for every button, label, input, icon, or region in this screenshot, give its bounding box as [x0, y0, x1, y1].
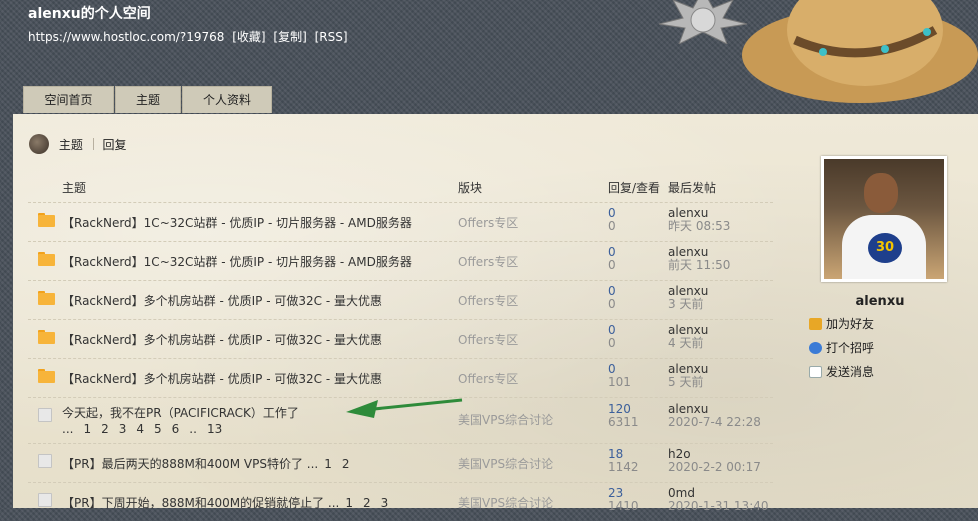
- document-icon: [38, 493, 55, 507]
- view-count: 1142: [608, 460, 639, 474]
- table-row: 【PR】下周开始，888M和400M的促销就停止了 ... 1 2 3 美国VPS综合…: [28, 482, 773, 521]
- profile-actions: 加为好友 打个招呼 发送消息: [809, 315, 947, 387]
- last-post-time[interactable]: 2020-2-2 00:17: [668, 461, 761, 474]
- thread-table: 主题 版块 回复/查看 最后发帖 【RackNerd】1C~32C站群 - 优质…: [28, 174, 773, 521]
- green-arrow-icon: [346, 398, 463, 418]
- add-friend-icon: [809, 318, 822, 330]
- folder-icon: [38, 330, 55, 344]
- page-ellipsis: ...: [62, 422, 74, 436]
- tab-profile[interactable]: 个人资料: [182, 86, 272, 113]
- column-counts: 回复/查看: [608, 181, 661, 195]
- poke-button[interactable]: 打个招呼: [809, 339, 874, 356]
- page-link[interactable]: 6: [172, 422, 180, 436]
- document-icon: [38, 408, 55, 422]
- tab-space-home[interactable]: 空间首页: [23, 86, 114, 113]
- forum-link[interactable]: 美国VPS综合讨论: [458, 494, 553, 511]
- tab-topics[interactable]: 主题: [115, 86, 181, 113]
- thread-title[interactable]: 【RackNerd】1C~32C站群 - 优质IP - 切片服务器 - AMD服…: [62, 214, 412, 231]
- table-row: 【RackNerd】1C~32C站群 - 优质IP - 切片服务器 - AMD服…: [28, 241, 773, 280]
- view-count: 1410: [608, 499, 639, 513]
- view-count: 0: [608, 336, 616, 350]
- last-post-time[interactable]: 2020-1-31 13:40: [668, 500, 769, 513]
- page-link[interactable]: 2: [342, 457, 350, 471]
- space-tabs: 空间首页 主题 个人资料: [23, 86, 273, 114]
- forum-link[interactable]: 美国VPS综合讨论: [458, 455, 553, 472]
- copy-link[interactable]: [复制]: [273, 30, 306, 44]
- view-count: 101: [608, 375, 631, 389]
- folder-icon: [38, 252, 55, 266]
- document-icon: [38, 454, 55, 468]
- table-row: 【RackNerd】1C~32C站群 - 优质IP - 切片服务器 - AMD服…: [28, 202, 773, 241]
- column-forum: 版块: [458, 181, 483, 195]
- table-row: 【RackNerd】多个机房站群 - 优质IP - 可做32C - 量大优惠 O…: [28, 280, 773, 319]
- space-title: alenxu的个人空间: [28, 6, 151, 22]
- favorite-link[interactable]: [收藏]: [232, 30, 265, 44]
- page-link[interactable]: 5: [154, 422, 162, 436]
- thread-title[interactable]: 【RackNerd】多个机房站群 - 优质IP - 可做32C - 量大优惠: [62, 292, 382, 309]
- table-row: 【RackNerd】多个机房站群 - 优质IP - 可做32C - 量大优惠 O…: [28, 319, 773, 358]
- profile-card: 30 alenxu 加为好友 打个招呼 发送消息: [809, 156, 947, 387]
- folder-icon: [38, 213, 55, 227]
- thread-title-link[interactable]: 【PR】最后两天的888M和400M VPS特价了 ...: [62, 457, 318, 471]
- column-last-post: 最后发帖: [668, 181, 717, 195]
- view-count: 0: [608, 297, 616, 311]
- thread-title-link[interactable]: 今天起，我不在PR（PACIFICRACK）工作了: [62, 406, 299, 420]
- table-header: 主题 版块 回复/查看 最后发帖: [28, 174, 773, 202]
- last-post-time[interactable]: 昨天 08:53: [668, 220, 730, 233]
- page-link[interactable]: 1: [83, 422, 91, 436]
- page-link[interactable]: 4: [136, 422, 144, 436]
- table-row: 【RackNerd】多个机房站群 - 优质IP - 可做32C - 量大优惠 O…: [28, 358, 773, 397]
- last-post-time[interactable]: 前天 11:50: [668, 259, 730, 272]
- subtab-topics[interactable]: 主题: [59, 136, 83, 153]
- forum-link[interactable]: Offers专区: [458, 331, 518, 348]
- last-post-time[interactable]: 4 天前: [668, 337, 708, 350]
- user-avatar-icon: [29, 134, 49, 154]
- send-message-button[interactable]: 发送消息: [809, 363, 874, 380]
- last-post-time[interactable]: 3 天前: [668, 298, 708, 311]
- thread-title[interactable]: 【RackNerd】多个机房站群 - 优质IP - 可做32C - 量大优惠: [62, 370, 382, 387]
- forum-link[interactable]: Offers专区: [458, 370, 518, 387]
- subtab-replies[interactable]: 回复: [103, 136, 127, 153]
- last-post-time[interactable]: 5 天前: [668, 376, 708, 389]
- view-count: 0: [608, 219, 616, 233]
- forum-link[interactable]: 美国VPS综合讨论: [458, 411, 553, 428]
- forum-link[interactable]: Offers专区: [458, 253, 518, 270]
- space-links: https://www.hostloc.com/?19768 [收藏] [复制]…: [28, 28, 352, 45]
- thread-title[interactable]: 【RackNerd】1C~32C站群 - 优质IP - 切片服务器 - AMD服…: [62, 253, 412, 270]
- avatar[interactable]: 30: [821, 156, 947, 282]
- profile-username[interactable]: alenxu: [813, 294, 947, 309]
- page-link[interactable]: 3: [119, 422, 127, 436]
- folder-icon: [38, 291, 55, 305]
- table-row: 【PR】最后两天的888M和400M VPS特价了 ... 1 2 美国VPS综合讨…: [28, 443, 773, 482]
- jersey-number: 30: [868, 233, 902, 263]
- space-url[interactable]: https://www.hostloc.com/?19768: [28, 30, 224, 44]
- thread-title[interactable]: 【RackNerd】多个机房站群 - 优质IP - 可做32C - 量大优惠: [62, 331, 382, 348]
- column-subject: 主题: [62, 181, 87, 195]
- forum-link[interactable]: Offers专区: [458, 292, 518, 309]
- thread-title: 【PR】下周开始，888M和400M的促销就停止了 ... 1 2 3: [62, 494, 398, 511]
- view-count: 0: [608, 258, 616, 272]
- add-friend-button[interactable]: 加为好友: [809, 315, 874, 332]
- page-link[interactable]: 1: [324, 457, 332, 471]
- page-link[interactable]: 13: [207, 422, 222, 436]
- table-row: 今天起，我不在PR（PACIFICRACK）工作了 ... 1 2 3 4 5 6.. 13 …: [28, 397, 773, 443]
- thread-title: 今天起，我不在PR（PACIFICRACK）工作了: [62, 398, 463, 421]
- page-link[interactable]: 2: [101, 422, 109, 436]
- envelope-icon: [809, 366, 822, 378]
- forum-link[interactable]: Offers专区: [458, 214, 518, 231]
- rss-link[interactable]: [RSS]: [315, 30, 348, 44]
- cowboy-hat-icon: [742, 0, 978, 103]
- poke-icon: [809, 342, 822, 354]
- main-content: 主题 回复 主题 版块 回复/查看 最后发帖 【RackNerd】1C~32C站…: [13, 114, 978, 513]
- sub-navigation: 主题 回复: [29, 134, 127, 156]
- pagination: ... 1 2 3 4 5 6.. 13: [62, 422, 232, 436]
- folder-icon: [38, 369, 55, 383]
- view-count: 6311: [608, 415, 639, 429]
- page-ellipsis: ..: [189, 422, 197, 436]
- subnav-divider: [92, 138, 94, 150]
- thread-title: 【PR】最后两天的888M和400M VPS特价了 ... 1 2: [62, 455, 360, 472]
- last-post-time[interactable]: 2020-7-4 22:28: [668, 416, 761, 429]
